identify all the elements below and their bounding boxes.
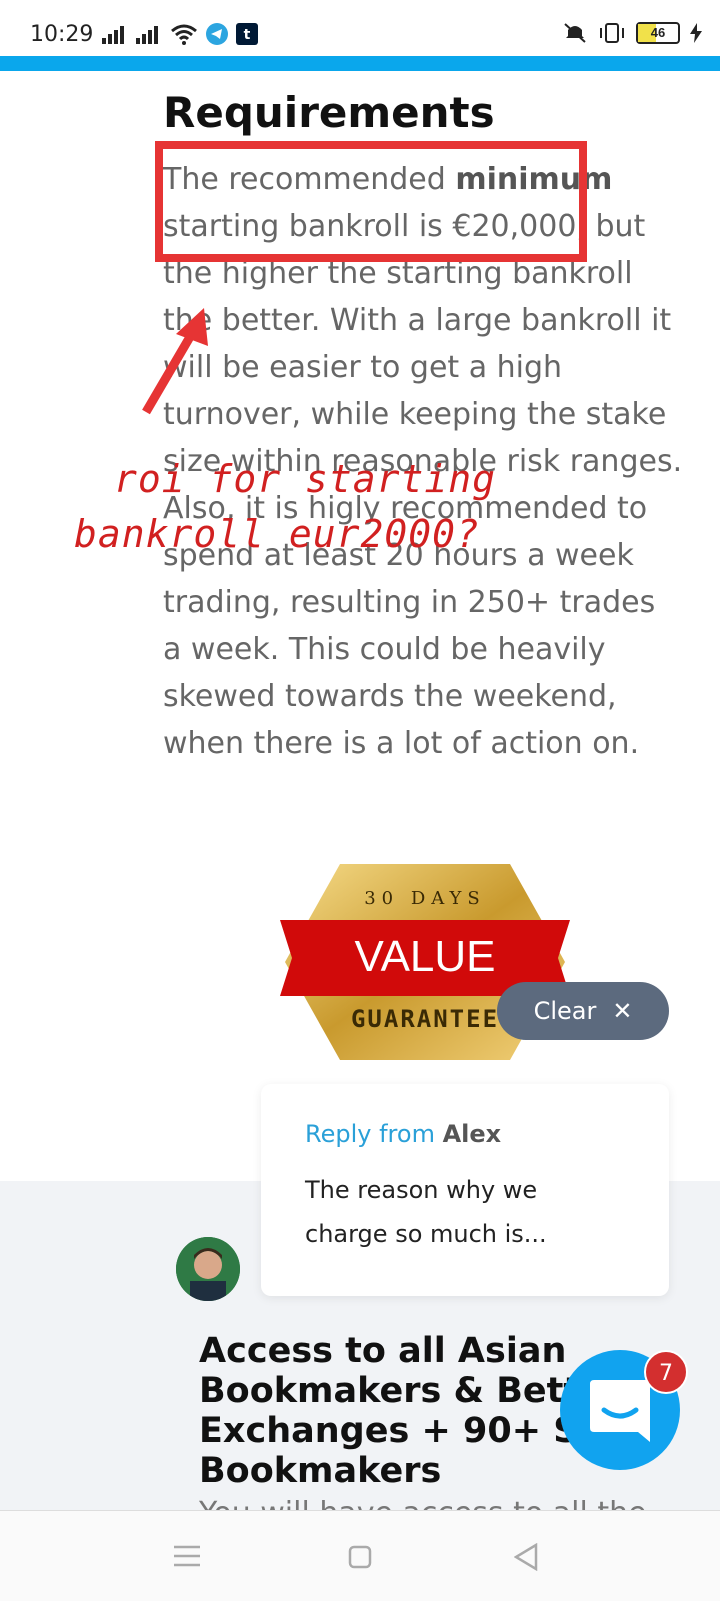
badge-top-text: 30 DAYS — [364, 888, 486, 909]
annotation-line-1: roi for starting — [114, 457, 497, 501]
charging-icon — [690, 23, 702, 43]
unread-count-badge: 7 — [644, 1350, 688, 1394]
reply-from-label: Reply from — [305, 1120, 435, 1148]
status-bar: 10:29 t 46 — [0, 0, 720, 56]
annotation-line-2: bankroll eur2000? — [74, 512, 480, 556]
system-nav-bar — [0, 1510, 720, 1601]
reply-header: Reply from Alex — [305, 1120, 501, 1148]
svg-text:t: t — [244, 27, 251, 43]
battery-icon: 46 — [636, 22, 680, 44]
clear-button-label: Clear — [533, 997, 597, 1025]
section-title: Requirements — [163, 88, 495, 137]
badge-middle-text: VALUE — [354, 932, 496, 981]
signal-icon-2 — [136, 26, 158, 44]
status-time: 10:29 — [30, 22, 94, 47]
avatar — [176, 1237, 240, 1301]
telegram-icon — [206, 23, 228, 45]
value-guarantee-badge: 30 DAYS VALUE GUARANTEE — [280, 862, 570, 1072]
vibrate-icon — [600, 23, 624, 43]
menu-icon[interactable] — [174, 1545, 200, 1567]
home-icon[interactable] — [348, 1545, 372, 1569]
reply-sender-name: Alex — [442, 1120, 502, 1148]
back-icon[interactable] — [514, 1543, 540, 1571]
tumblr-icon: t — [236, 23, 258, 45]
annotation-arrow-icon — [142, 308, 208, 415]
close-icon: ✕ — [612, 997, 633, 1025]
mute-vibrate-icon — [564, 23, 586, 43]
chat-reply-preview[interactable]: Reply from Alex The reason why we charge… — [261, 1084, 669, 1296]
signal-icon — [102, 26, 124, 44]
wifi-icon — [171, 24, 197, 45]
accent-bar — [0, 56, 720, 71]
annotation-highlight-box — [155, 141, 587, 262]
clear-button[interactable]: Clear ✕ — [497, 982, 669, 1040]
reply-message: The reason why we charge so much is... — [305, 1176, 547, 1248]
